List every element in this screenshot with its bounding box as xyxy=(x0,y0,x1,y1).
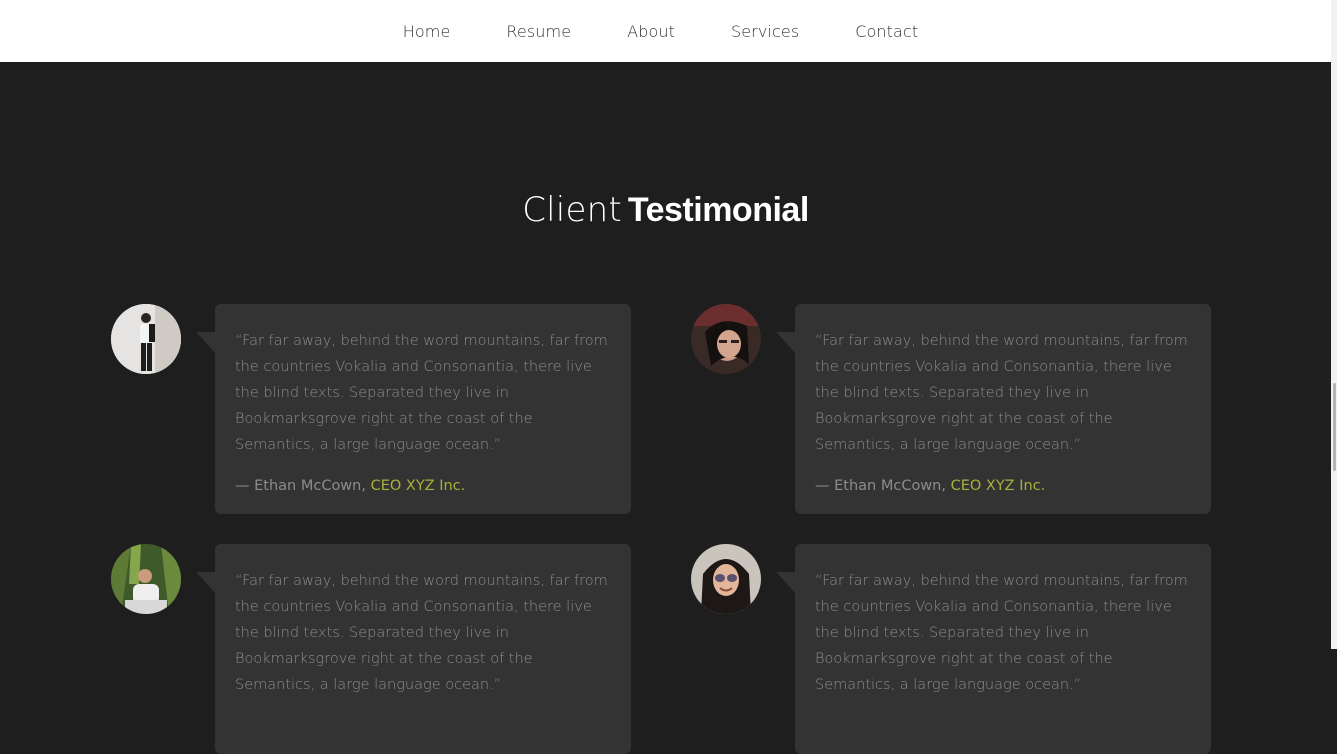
testimonial-author: — Ethan McCown, xyxy=(235,478,366,494)
avatar xyxy=(111,304,181,374)
avatar xyxy=(691,544,761,614)
testimonial-quote: “Far far away, behind the word mountains… xyxy=(815,573,1188,693)
testimonial-quote: “Far far away, behind the word mountains… xyxy=(235,333,608,453)
testimonial-company: CEO XYZ Inc. xyxy=(370,478,466,494)
testimonial-author-line: — Ethan McCown, CEO XYZ Inc. xyxy=(815,478,1191,494)
section-title-bold: Testimonial xyxy=(627,191,809,229)
testimonial-author: — Ethan McCown, xyxy=(815,478,946,494)
testimonial-quote: “Far far away, behind the word mountains… xyxy=(235,573,608,693)
scrollbar-thumb[interactable] xyxy=(1333,383,1336,471)
section-title: Client Testimonial xyxy=(0,190,1331,230)
testimonial-bubble: “Far far away, behind the word mountains… xyxy=(776,304,1211,514)
page-scrollbar[interactable] xyxy=(1331,0,1337,649)
nav-item-resume[interactable]: Resume xyxy=(478,22,599,41)
nav-item-home[interactable]: Home xyxy=(375,22,479,41)
testimonial-author-line: — Ethan McCown, CEO XYZ Inc. xyxy=(235,478,611,494)
avatar xyxy=(691,304,761,374)
testimonial-company: CEO XYZ Inc. xyxy=(950,478,1046,494)
testimonial-bubble: “Far far away, behind the word mountains… xyxy=(196,304,631,514)
testimonial-section: Client Testimonial “Far far away, behind … xyxy=(0,62,1331,754)
nav-item-contact[interactable]: Contact xyxy=(827,22,946,41)
testimonial-bubble: “Far far away, behind the word mountains… xyxy=(776,544,1211,754)
nav-item-services[interactable]: Services xyxy=(703,22,827,41)
nav-item-about[interactable]: About xyxy=(599,22,703,41)
testimonial-bubble: “Far far away, behind the word mountains… xyxy=(196,544,631,754)
nav-menu: Home Resume About Services Contact xyxy=(375,22,946,41)
top-navbar: Home Resume About Services Contact xyxy=(0,0,1331,62)
testimonial-quote: “Far far away, behind the word mountains… xyxy=(815,333,1188,453)
section-title-light: Client xyxy=(522,190,622,230)
avatar xyxy=(111,544,181,614)
